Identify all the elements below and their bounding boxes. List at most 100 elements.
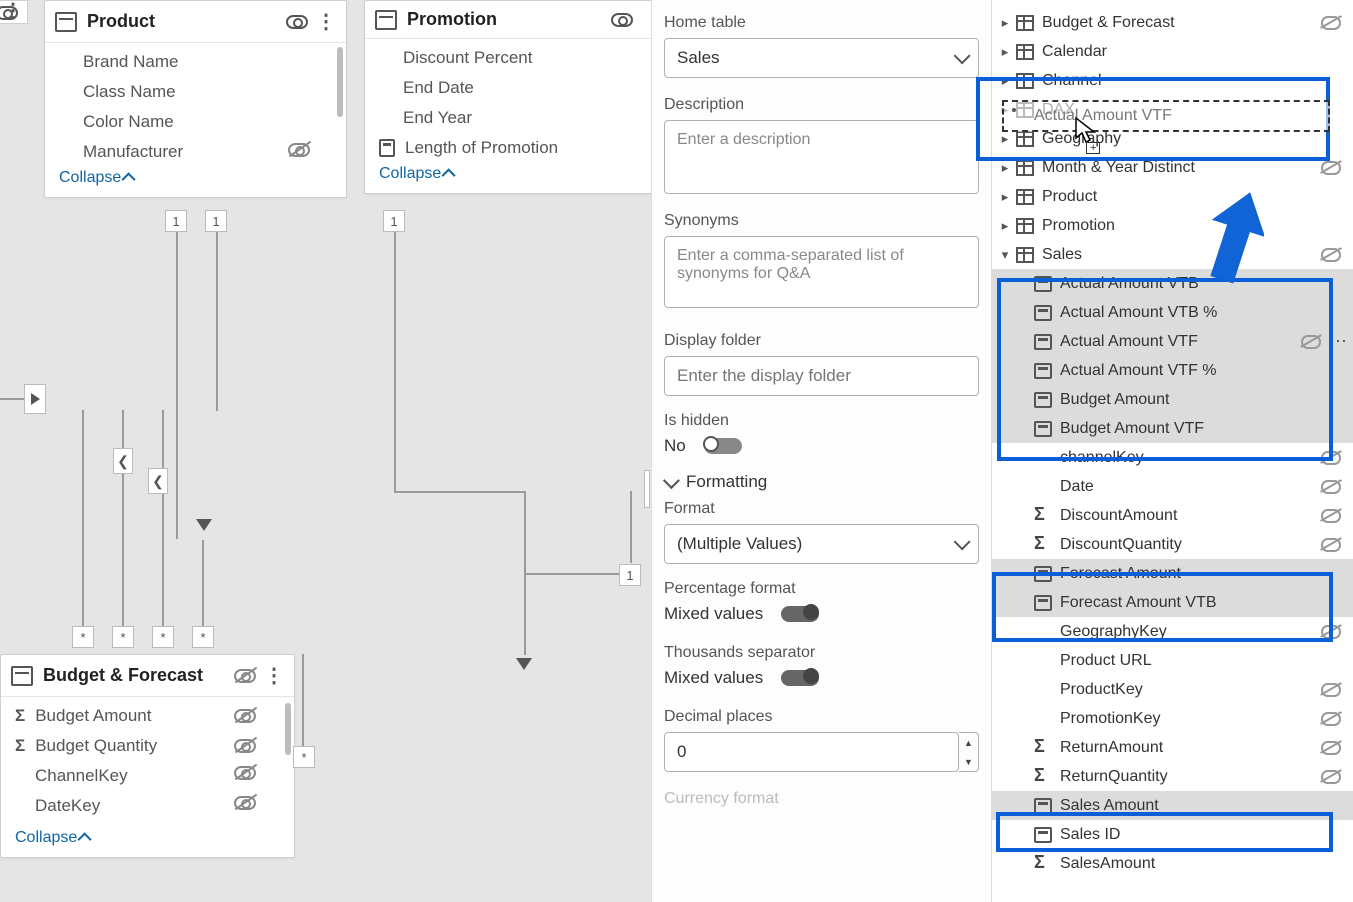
eye-icon[interactable]	[286, 15, 308, 29]
formatting-section-header[interactable]: Formatting	[664, 472, 979, 492]
collapse-link[interactable]: Collapse	[365, 157, 651, 193]
expand-icon[interactable]: ▸	[998, 44, 1012, 60]
decimal-places-spinner[interactable]: ▲▼	[664, 732, 979, 772]
expand-icon[interactable]: ▸	[998, 160, 1012, 176]
scrollbar-thumb[interactable]	[337, 47, 343, 117]
field-item[interactable]: PromotionKey	[992, 704, 1353, 733]
model-diagram-canvas[interactable]: ⋮ Product ⋮ Brand Name Class Name Color …	[0, 0, 651, 902]
scrollbar-thumb[interactable]	[285, 703, 291, 755]
visible-icon[interactable]	[1301, 335, 1321, 349]
sigma-icon	[1034, 740, 1052, 756]
eye-icon[interactable]	[0, 6, 18, 20]
expand-icon[interactable]: ▾	[998, 247, 1012, 263]
field-row[interactable]: Brand Name	[45, 47, 346, 77]
field-row[interactable]: End Year	[365, 103, 651, 133]
decimal-places-input[interactable]	[664, 732, 959, 772]
eye-icon[interactable]	[611, 13, 633, 27]
field-item[interactable]: Forecast Amount VTB	[992, 588, 1353, 617]
expand-icon[interactable]: ▸	[998, 15, 1012, 31]
thousands-value: Mixed values	[664, 668, 763, 688]
hidden-icon	[1321, 625, 1341, 639]
field-row[interactable]: Class Name	[45, 77, 346, 107]
cardinality-many: *	[192, 626, 214, 648]
percentage-toggle[interactable]	[781, 606, 819, 622]
field-item[interactable]: Actual Amount VTF⋯	[992, 327, 1353, 356]
field-item[interactable]: Budget Amount	[992, 385, 1353, 414]
collapse-link[interactable]: Collapse	[45, 161, 346, 197]
more-icon[interactable]: ⋮	[264, 663, 284, 688]
table-icon	[1016, 160, 1034, 176]
field-item[interactable]: DiscountQuantity	[992, 530, 1353, 559]
field-item[interactable]: Forecast Amount	[992, 559, 1353, 588]
description-input[interactable]: Enter a description	[664, 120, 979, 194]
sigma-icon	[1034, 508, 1052, 524]
display-folder-input[interactable]	[664, 356, 979, 396]
hidden-icon	[1321, 248, 1341, 262]
measure-icon	[1034, 421, 1052, 437]
chevron-up-icon	[78, 832, 92, 846]
field-item[interactable]: DiscountAmount	[992, 501, 1353, 530]
field-item[interactable]: ProductKey	[992, 675, 1353, 704]
table-item[interactable]: ▸Channel	[992, 66, 1353, 95]
home-table-select[interactable]: Sales	[664, 38, 979, 78]
sigma-icon: Σ	[15, 736, 25, 756]
field-row[interactable]: Discount Percent	[365, 43, 651, 73]
field-row[interactable]: ChannelKey	[1, 761, 294, 791]
spin-up[interactable]: ▲	[959, 733, 978, 752]
synonyms-input[interactable]: Enter a comma-separated list of synonyms…	[664, 236, 979, 308]
table-item[interactable]: ▾Sales	[992, 240, 1353, 269]
more-icon[interactable]: ⋯	[1329, 331, 1347, 352]
measure-icon	[1034, 566, 1052, 582]
is-hidden-label: Is hidden	[664, 412, 979, 430]
budget-forecast-card[interactable]: Budget & Forecast ⋮ Σ Budget Amount Σ Bu…	[0, 654, 295, 858]
spin-down[interactable]: ▼	[959, 752, 978, 771]
product-table-card[interactable]: Product ⋮ Brand Name Class Name Color Na…	[44, 0, 347, 198]
table-item[interactable]: ▸Calendar	[992, 37, 1353, 66]
table-item[interactable]: ▸ Budget & Forecast	[992, 8, 1353, 37]
field-item[interactable]: Sales ID	[992, 820, 1353, 849]
expand-icon[interactable]: ▸	[998, 189, 1012, 205]
format-label: Format	[664, 500, 979, 518]
more-icon[interactable]: ⋮	[316, 9, 336, 34]
table-icon	[1016, 73, 1034, 89]
field-item[interactable]: Actual Amount VTB	[992, 269, 1353, 298]
collapse-link[interactable]: Collapse	[1, 821, 294, 857]
field-row[interactable]: Σ Budget Amount	[1, 701, 294, 731]
drag-ghost-row: Actual Amount VTF	[1002, 100, 1330, 132]
expand-icon[interactable]: ▸	[998, 218, 1012, 234]
field-item[interactable]: ReturnQuantity	[992, 762, 1353, 791]
field-item[interactable]: Actual Amount VTF %	[992, 356, 1353, 385]
field-item[interactable]: ReturnAmount	[992, 733, 1353, 762]
field-row[interactable]: Σ Budget Quantity	[1, 731, 294, 761]
hidden-icon[interactable]	[234, 669, 256, 683]
format-select[interactable]: (Multiple Values)	[664, 524, 979, 564]
cardinality-many: *	[152, 626, 174, 648]
table-item[interactable]: ▸Month & Year Distinct	[992, 153, 1353, 182]
field-row[interactable]: Color Name	[45, 107, 346, 137]
field-row[interactable]: DateKey	[1, 791, 294, 821]
field-row[interactable]: End Date	[365, 73, 651, 103]
field-item[interactable]: Date	[992, 472, 1353, 501]
table-item[interactable]: ▸Product	[992, 182, 1353, 211]
field-item[interactable]: SalesAmount	[992, 849, 1353, 878]
expand-icon[interactable]: ▸	[998, 73, 1012, 89]
item-label: ProductKey	[1060, 681, 1343, 699]
field-row[interactable]: Length of Promotion	[365, 133, 651, 157]
panel-resize-handle[interactable]	[644, 470, 650, 508]
table-item[interactable]: ▸Promotion	[992, 211, 1353, 240]
field-item[interactable]: Product URL	[992, 646, 1353, 675]
field-item[interactable]: GeographyKey	[992, 617, 1353, 646]
field-item[interactable]: Sales Amount	[992, 791, 1353, 820]
is-hidden-toggle[interactable]	[704, 438, 742, 454]
cursor-copy-badge: +	[1086, 142, 1100, 154]
item-label: Budget & Forecast	[1042, 14, 1343, 32]
table-icon	[1016, 247, 1034, 263]
field-item[interactable]: channelKey	[992, 443, 1353, 472]
hidden-icon	[288, 143, 310, 157]
expand-icon[interactable]: ▸	[998, 131, 1012, 147]
promotion-table-card[interactable]: Promotion Discount Percent End Date End …	[364, 0, 652, 194]
field-item[interactable]: Actual Amount VTB %	[992, 298, 1353, 327]
thousands-toggle[interactable]	[781, 670, 819, 686]
field-item[interactable]: Budget Amount VTF	[992, 414, 1353, 443]
relationship-line	[394, 231, 396, 491]
